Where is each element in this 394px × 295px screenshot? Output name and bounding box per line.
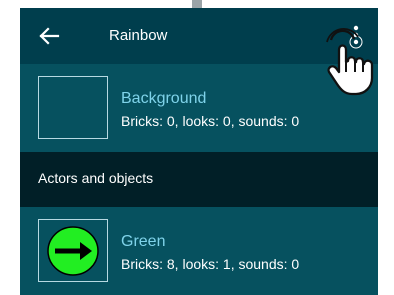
green-arrow-circle-icon — [47, 226, 99, 276]
section-label: Actors and objects — [38, 170, 154, 186]
actor-thumbnail — [38, 219, 108, 282]
scroll-indicator — [192, 0, 202, 8]
background-details: Bricks: 0, looks: 0, sounds: 0 — [121, 113, 300, 129]
page-title: Rainbow — [109, 27, 168, 44]
actor-item-green[interactable]: Green Bricks: 8, looks: 1, sounds: 0 — [20, 207, 378, 295]
arrow-left-icon[interactable] — [38, 25, 60, 47]
actor-details: Bricks: 8, looks: 1, sounds: 0 — [121, 256, 300, 272]
actor-name: Green — [121, 233, 166, 250]
background-thumbnail — [38, 76, 108, 139]
section-header: Actors and objects — [20, 152, 378, 207]
background-name: Background — [121, 90, 207, 107]
tap-hand-icon — [326, 28, 374, 96]
